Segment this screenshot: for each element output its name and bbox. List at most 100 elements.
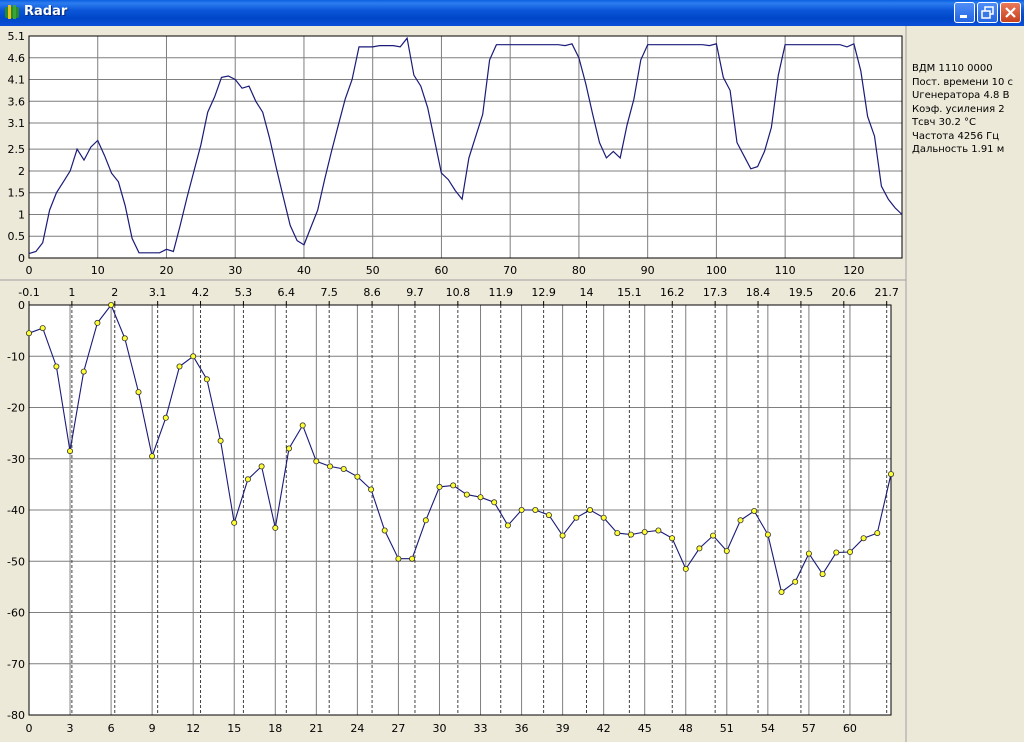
spectrum-point bbox=[723, 548, 730, 555]
spectrum-point bbox=[368, 486, 375, 493]
spectrum-point bbox=[299, 422, 306, 429]
signal-y-tick-label: 2 bbox=[18, 165, 25, 178]
spectrum-point bbox=[600, 514, 607, 521]
signal-y-tick-label: 4.6 bbox=[8, 52, 26, 65]
spectrum-top-tick-label: 10.8 bbox=[446, 286, 471, 299]
spectrum-top-tick-label: 20.6 bbox=[832, 286, 857, 299]
spectrum-x-tick-label: 39 bbox=[556, 722, 570, 735]
signal-x-tick-label: 0 bbox=[26, 264, 33, 277]
spectrum-point bbox=[326, 463, 333, 470]
signal-x-tick-label: 50 bbox=[366, 264, 380, 277]
spectrum-point bbox=[436, 483, 443, 490]
info-generator-voltage: Uгенератора 4.8 В bbox=[912, 90, 1010, 101]
spectrum-point bbox=[559, 532, 566, 539]
spectrum-point bbox=[409, 555, 416, 562]
spectrum-top-tick-label: -0.1 bbox=[18, 286, 39, 299]
spectrum-top-tick-label: 21.7 bbox=[874, 286, 899, 299]
info-gain: Коэф. усиления 2 bbox=[912, 103, 1005, 115]
spectrum-top-tick-label: 4.2 bbox=[192, 286, 210, 299]
spectrum-point bbox=[545, 512, 552, 519]
spectrum-x-tick-label: 30 bbox=[432, 722, 446, 735]
spectrum-top-tick-label: 12.9 bbox=[531, 286, 556, 299]
signal-y-tick-label: 0 bbox=[18, 252, 25, 265]
spectrum-point bbox=[190, 353, 197, 360]
signal-x-tick-label: 90 bbox=[641, 264, 655, 277]
spectrum-point bbox=[272, 524, 279, 531]
spectrum-x-tick-label: 18 bbox=[268, 722, 282, 735]
signal-x-tick-label: 100 bbox=[706, 264, 727, 277]
spectrum-point bbox=[340, 465, 347, 472]
spectrum-top-tick-label: 5.3 bbox=[235, 286, 253, 299]
spectrum-top-tick-label: 7.5 bbox=[320, 286, 338, 299]
spectrum-point bbox=[80, 368, 87, 375]
spectrum-x-tick-label: 57 bbox=[802, 722, 816, 735]
spectrum-point bbox=[764, 531, 771, 538]
spectrum-top-tick-label: 18.4 bbox=[746, 286, 771, 299]
spectrum-x-tick-label: 60 bbox=[843, 722, 857, 735]
spectrum-x-tick-label: 42 bbox=[597, 722, 611, 735]
signal-y-tick-label: 5.1 bbox=[8, 30, 26, 43]
spectrum-point bbox=[847, 549, 854, 556]
spectrum-chart: 0-10-20-30-40-50-60-70-800 3 6 9 12 15 18 21 24 2… bbox=[7, 286, 899, 735]
spectrum-top-tick-label: 11.9 bbox=[488, 286, 513, 299]
spectrum-point bbox=[149, 453, 156, 460]
spectrum-x-tick-label: 51 bbox=[720, 722, 734, 735]
spectrum-x-tick-label: 15 bbox=[227, 722, 241, 735]
signal-x-tick-label: 40 bbox=[297, 264, 311, 277]
spectrum-x-tick-label: 24 bbox=[350, 722, 364, 735]
spectrum-point bbox=[94, 319, 101, 326]
spectrum-top-tick-label: 15.1 bbox=[617, 286, 642, 299]
spectrum-y-tick-label: -50 bbox=[7, 555, 25, 568]
spectrum-top-tick-label: 16.2 bbox=[660, 286, 685, 299]
info-frequency: Частота 4256 Гц bbox=[912, 130, 1000, 142]
spectrum-point bbox=[751, 507, 758, 514]
spectrum-point bbox=[710, 532, 717, 539]
spectrum-point bbox=[135, 389, 142, 396]
spectrum-x-tick-label: 12 bbox=[186, 722, 200, 735]
spectrum-point bbox=[641, 529, 648, 536]
spectrum-point bbox=[737, 517, 744, 524]
spectrum-point bbox=[121, 335, 128, 342]
signal-y-tick-label: 4.1 bbox=[8, 74, 26, 87]
spectrum-point bbox=[614, 530, 621, 537]
signal-y-tick-label: 3.6 bbox=[8, 95, 26, 108]
spectrum-top-tick-label: 14 bbox=[579, 286, 593, 299]
info-temperature: Тсвч 30.2 °C bbox=[912, 117, 977, 128]
spectrum-top-tick-label: 8.6 bbox=[363, 286, 381, 299]
spectrum-point bbox=[285, 445, 292, 452]
spectrum-point bbox=[587, 506, 594, 513]
spectrum-x-tick-label: 33 bbox=[474, 722, 488, 735]
spectrum-point bbox=[874, 530, 881, 537]
info-device: ВДМ 1110 0000 bbox=[912, 63, 993, 74]
spectrum-point bbox=[518, 506, 525, 513]
spectrum-point bbox=[655, 527, 662, 534]
spectrum-y-tick-label: -80 bbox=[7, 709, 25, 722]
spectrum-top-tick-label: 1 bbox=[68, 286, 75, 299]
spectrum-x-tick-label: 36 bbox=[515, 722, 529, 735]
spectrum-point bbox=[108, 301, 115, 308]
spectrum-point bbox=[313, 458, 320, 465]
signal-x-tick-label: 70 bbox=[503, 264, 517, 277]
spectrum-y-tick-label: -30 bbox=[7, 453, 25, 466]
spectrum-y-tick-label: 0 bbox=[18, 299, 25, 312]
spectrum-point bbox=[477, 494, 484, 501]
spectrum-top-tick-label: 6.4 bbox=[278, 286, 296, 299]
spectrum-x-tick-label: 54 bbox=[761, 722, 775, 735]
spectrum-x-tick-label: 3 bbox=[67, 722, 74, 735]
spectrum-point bbox=[778, 589, 785, 596]
spectrum-top-tick-label: 19.5 bbox=[789, 286, 814, 299]
spectrum-point bbox=[463, 491, 470, 498]
spectrum-point bbox=[491, 499, 498, 506]
spectrum-top-tick-label: 17.3 bbox=[703, 286, 728, 299]
spectrum-x-tick-label: 27 bbox=[391, 722, 405, 735]
signal-y-tick-label: 1 bbox=[18, 208, 25, 221]
spectrum-point bbox=[162, 414, 169, 421]
signal-x-tick-label: 60 bbox=[434, 264, 448, 277]
spectrum-point bbox=[805, 550, 812, 557]
charts-canvas: 0 10 20 30 40 50 60 70 80 90 100 110 12000.511.522.5… bbox=[0, 26, 907, 742]
spectrum-point bbox=[244, 476, 251, 483]
spectrum-point bbox=[696, 545, 703, 552]
spectrum-point bbox=[67, 448, 74, 455]
spectrum-point bbox=[217, 437, 224, 444]
spectrum-point bbox=[258, 463, 265, 470]
